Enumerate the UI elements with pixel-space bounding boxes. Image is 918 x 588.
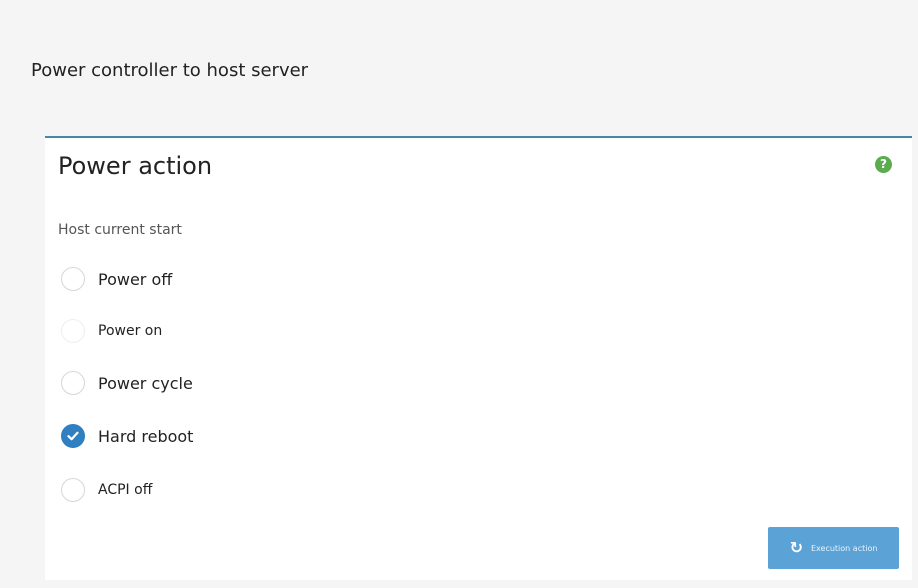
option-hard-reboot[interactable]: Hard reboot: [61, 422, 193, 450]
radio-power-off[interactable]: [61, 267, 85, 291]
option-label: ACPI off: [98, 482, 153, 498]
option-label: Power cycle: [98, 373, 193, 393]
option-power-cycle[interactable]: Power cycle: [61, 369, 193, 397]
help-icon[interactable]: ?: [875, 156, 892, 173]
radio-acpi-off[interactable]: [61, 478, 85, 502]
execution-action-button[interactable]: ↻ Execution action: [768, 527, 899, 569]
option-acpi-off[interactable]: ACPI off: [61, 476, 152, 504]
option-label: Power off: [98, 269, 173, 289]
option-label: Hard reboot: [98, 426, 194, 446]
execution-action-label: Execution action: [810, 543, 878, 553]
radio-power-cycle[interactable]: [61, 371, 85, 395]
check-icon: [67, 431, 79, 441]
radio-power-on[interactable]: [61, 319, 85, 343]
panel-title: Power action: [58, 152, 213, 180]
refresh-icon: ↻: [789, 538, 803, 557]
option-label: Power on: [98, 323, 163, 339]
power-action-panel: Power action ? Host current start Power …: [45, 136, 912, 580]
radio-hard-reboot[interactable]: [61, 424, 85, 448]
option-power-off[interactable]: Power off: [61, 265, 172, 293]
page-title: Power controller to host server: [31, 60, 309, 81]
host-current-start-label: Host current start: [58, 222, 182, 238]
option-power-on[interactable]: Power on: [61, 317, 162, 345]
